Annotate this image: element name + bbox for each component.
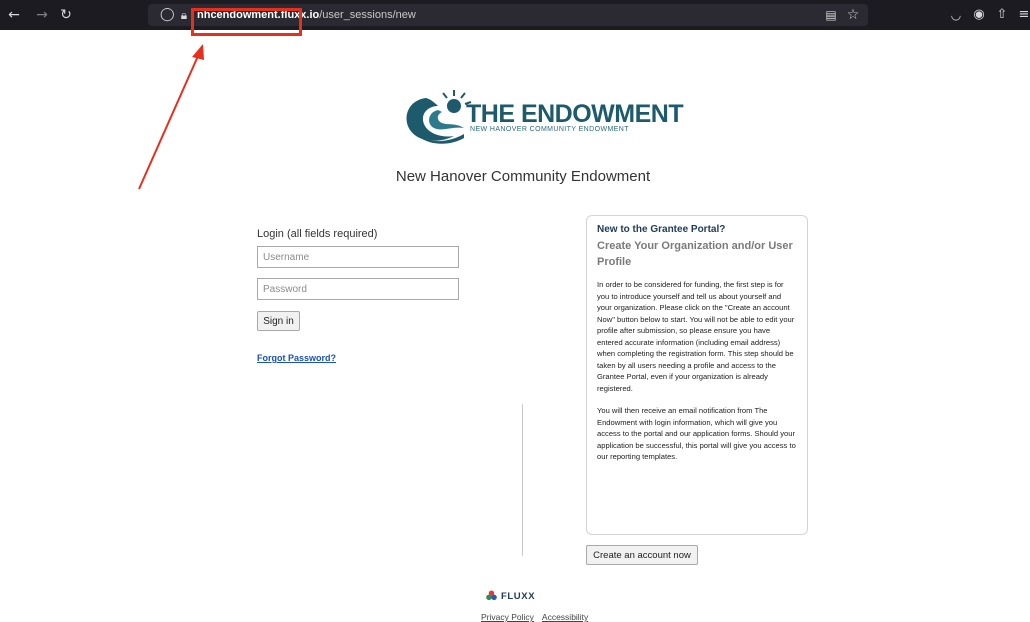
password-input[interactable] bbox=[257, 278, 459, 300]
accessibility-link[interactable]: Accessibility bbox=[542, 612, 588, 622]
bookmark-star-icon[interactable]: ☆ bbox=[846, 5, 860, 25]
forgot-password-link[interactable]: Forgot Password? bbox=[257, 353, 336, 363]
footer-links: Privacy Policy Accessibility bbox=[481, 612, 596, 622]
fluxx-brand-text: FLUXX bbox=[501, 591, 536, 603]
browser-toolbar: ← → ↻ ◯ 🔒︎ nhcendowment.fluxx.io/user_se… bbox=[0, 0, 1030, 30]
extensions-icon[interactable]: ⇧ bbox=[995, 5, 1009, 25]
sign-in-button[interactable]: Sign in bbox=[257, 311, 300, 331]
page-title: New Hanover Community Endowment bbox=[395, 168, 651, 185]
back-icon[interactable]: ← bbox=[6, 5, 22, 25]
pocket-icon[interactable]: ◡ bbox=[949, 5, 963, 25]
fluxx-brand: FLUXX bbox=[486, 590, 536, 603]
username-input[interactable] bbox=[257, 246, 459, 268]
create-account-button[interactable]: Create an account now bbox=[586, 545, 698, 565]
column-divider bbox=[522, 404, 523, 556]
url-highlight-box bbox=[191, 8, 302, 36]
panel-heading: New to the Grantee Portal? bbox=[597, 224, 726, 235]
panel-paragraph-1: In order to be considered for funding, t… bbox=[597, 280, 795, 393]
reload-icon[interactable]: ↻ bbox=[58, 5, 74, 25]
menu-icon[interactable]: ≡ bbox=[1018, 5, 1030, 25]
shield-icon[interactable]: ◯ bbox=[160, 5, 175, 25]
panel-paragraph-2: You will then receive an email notificat… bbox=[597, 406, 796, 461]
lock-icon[interactable]: 🔒︎ bbox=[177, 5, 191, 25]
reader-view-icon[interactable]: ▤ bbox=[824, 5, 838, 25]
logo-subtitle: NEW HANOVER COMMUNITY ENDOWMENT bbox=[470, 126, 629, 133]
panel-subheading: Create Your Organization and/or User Pro… bbox=[597, 240, 793, 268]
login-label: Login (all fields required) bbox=[257, 228, 378, 240]
privacy-policy-link[interactable]: Privacy Policy bbox=[481, 612, 534, 622]
forward-icon[interactable]: → bbox=[34, 5, 50, 25]
new-user-panel: New to the Grantee Portal? Create Your O… bbox=[586, 215, 808, 535]
account-icon[interactable]: ◉ bbox=[972, 5, 986, 25]
fluxx-logo-icon bbox=[486, 590, 497, 601]
logo-title: THE ENDOWMENT bbox=[466, 100, 684, 128]
